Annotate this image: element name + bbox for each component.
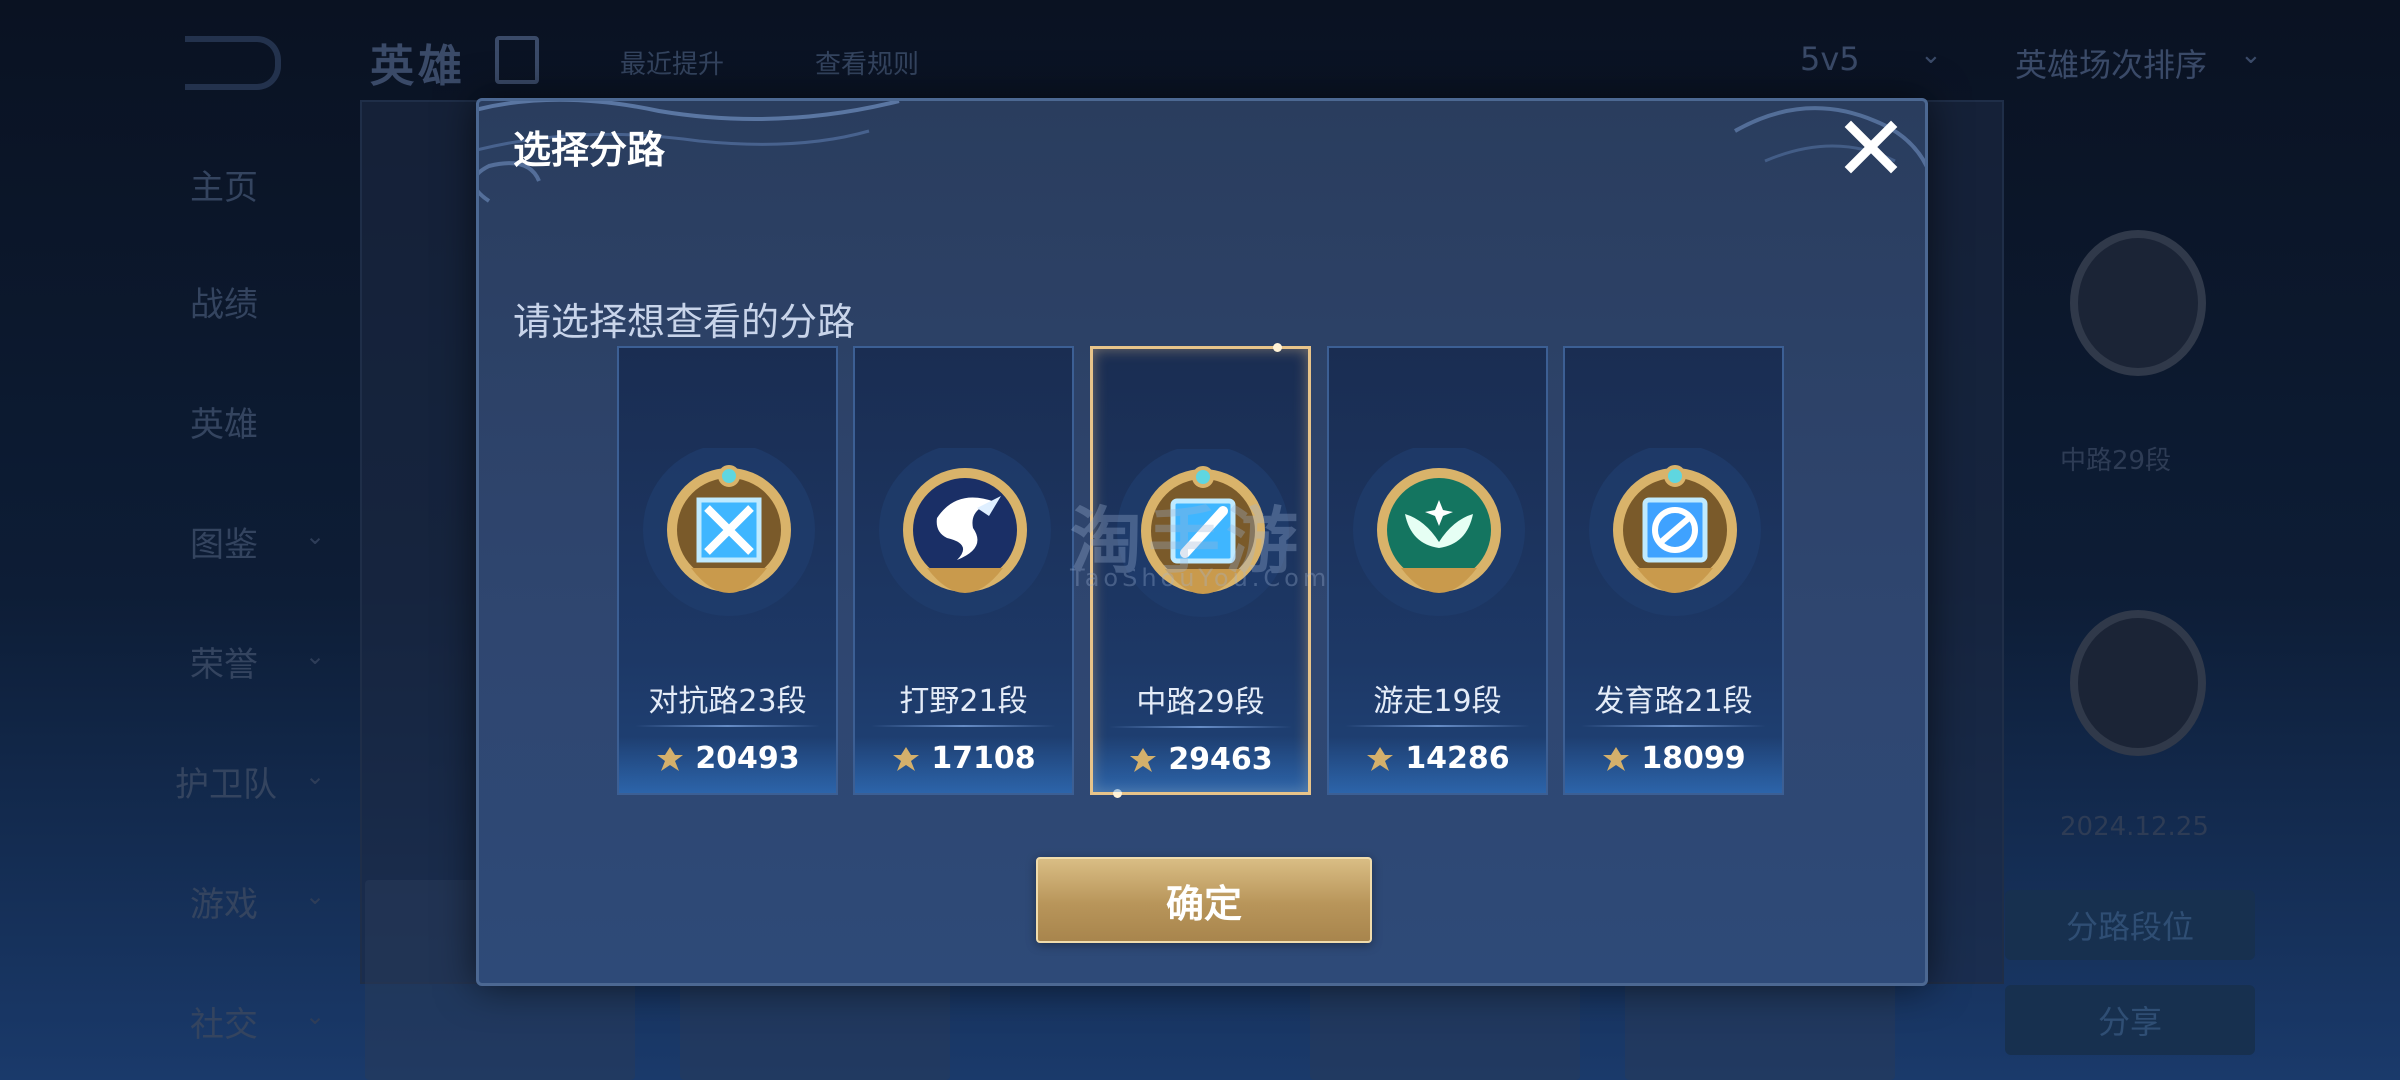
lane-card-list: 对抗路23段 20493 打野21段 17108 中路29段 29463 游走1… xyxy=(617,343,1787,799)
sword-emblem-icon xyxy=(643,448,815,616)
staff-emblem-icon xyxy=(1117,449,1289,617)
wings-emblem-icon xyxy=(1353,448,1525,616)
chevron-down-icon: ⌄ xyxy=(305,1002,326,1030)
score-row: 18099 xyxy=(1565,741,1782,776)
chevron-down-icon: ⌄ xyxy=(2240,40,2262,70)
dialog-title: 选择分路 xyxy=(513,128,666,172)
chevron-down-icon: ⌄ xyxy=(305,882,326,910)
lane-card-jungle[interactable]: 打野21段 17108 xyxy=(853,346,1074,795)
background-rank-badge xyxy=(2070,230,2206,376)
close-button[interactable] xyxy=(1837,113,1905,181)
lane-score: 14286 xyxy=(1405,741,1510,776)
chevron-down-icon: ⌄ xyxy=(1920,40,1942,70)
background-top-link-1[interactable]: 最近提升 xyxy=(620,44,724,81)
score-row: 14286 xyxy=(1329,741,1546,776)
bg-nav-item-honor[interactable]: 荣誉 xyxy=(190,637,258,686)
combat-power-icon xyxy=(1603,746,1630,771)
bg-nav-item-game[interactable]: 游戏 xyxy=(190,877,258,926)
close-icon xyxy=(1844,120,1898,174)
background-lane-rank-button[interactable]: 分路段位 xyxy=(2005,890,2255,960)
bg-nav-item-gallery[interactable]: 图鉴 xyxy=(190,517,258,566)
divider xyxy=(1345,725,1530,727)
bg-nav-item-hero[interactable]: 英雄 xyxy=(190,397,258,446)
lane-card-farm[interactable]: 发育路21段 18099 xyxy=(1563,346,1784,795)
lane-label: 对抗路23段 xyxy=(648,684,807,719)
score-row: 17108 xyxy=(855,741,1072,776)
background-rank-label: 中路29段 xyxy=(2060,446,2172,476)
bg-nav-item-record[interactable]: 战绩 xyxy=(190,277,258,326)
score-row: 20493 xyxy=(619,741,836,776)
background-rank-badge xyxy=(2070,610,2206,756)
combat-power-icon xyxy=(1367,746,1394,771)
lane-card-mid[interactable]: 中路29段 29463 xyxy=(1090,343,1311,798)
back-icon[interactable] xyxy=(185,36,281,90)
lane-label: 发育路21段 xyxy=(1594,684,1753,719)
background-date: 2024.12.25 xyxy=(2060,812,2209,842)
combat-power-icon xyxy=(1130,747,1157,772)
lane-score: 17108 xyxy=(931,741,1036,776)
chevron-down-icon: ⌄ xyxy=(305,762,326,790)
combat-power-icon xyxy=(893,746,920,771)
background-mode-select[interactable]: 5v5 xyxy=(1800,40,1860,78)
combat-power-icon xyxy=(657,746,684,771)
divider xyxy=(635,725,820,727)
confirm-button[interactable]: 确定 xyxy=(1036,857,1372,943)
background-sort-select[interactable]: 英雄场次排序 xyxy=(2015,40,2207,86)
divider xyxy=(1581,725,1766,727)
lane-card-roam[interactable]: 游走19段 14286 xyxy=(1327,346,1548,795)
lane-label: 中路29段 xyxy=(1136,685,1265,720)
selection-dot xyxy=(1273,343,1282,352)
background-share-button[interactable]: 分享 xyxy=(2005,985,2255,1055)
lane-score: 29463 xyxy=(1168,742,1273,777)
divider xyxy=(871,725,1056,727)
divider xyxy=(1109,726,1292,728)
chevron-down-icon: ⌄ xyxy=(305,522,326,550)
score-row: 29463 xyxy=(1093,742,1308,777)
bg-nav-item-home[interactable]: 主页 xyxy=(190,160,258,209)
lane-score: 20493 xyxy=(695,741,800,776)
bg-nav-item-guard[interactable]: 护卫队 xyxy=(175,757,277,806)
select-lane-dialog: 选择分路 请选择想查看的分路 对抗路23段 20493 打野21段 17108 … xyxy=(476,98,1928,986)
book-icon[interactable] xyxy=(495,36,539,84)
background-title: 英雄 xyxy=(370,41,466,92)
lane-score: 18099 xyxy=(1641,741,1746,776)
dragon-emblem-icon xyxy=(879,448,1051,616)
bow-emblem-icon xyxy=(1589,448,1761,616)
lane-card-top[interactable]: 对抗路23段 20493 xyxy=(617,346,838,795)
background-top-link-2[interactable]: 查看规则 xyxy=(815,44,919,81)
dialog-prompt: 请选择想查看的分路 xyxy=(513,300,856,344)
bg-nav-item-social[interactable]: 社交 xyxy=(190,997,258,1046)
lane-label: 打野21段 xyxy=(899,684,1028,719)
chevron-down-icon: ⌄ xyxy=(305,642,326,670)
lane-label: 游走19段 xyxy=(1373,684,1502,719)
